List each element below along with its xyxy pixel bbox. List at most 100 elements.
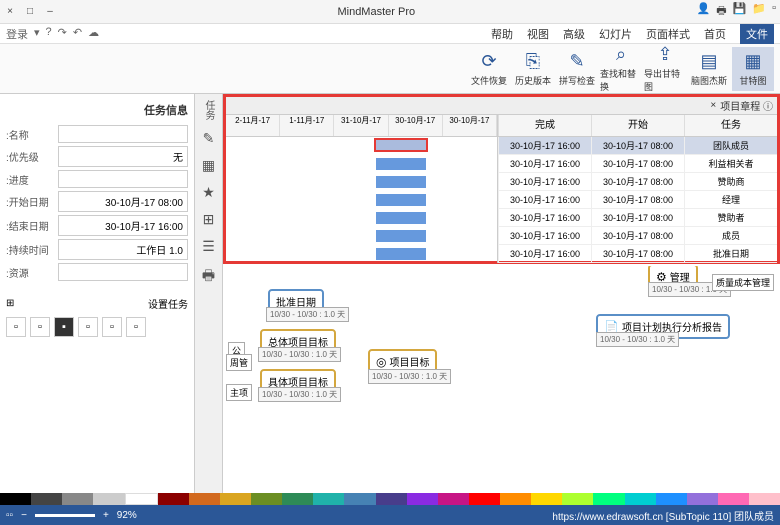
- status-right: https://www.edrawsoft.cn [SubTopic 110] …: [552, 508, 774, 523]
- app-title: MindMaster Pro: [56, 6, 697, 18]
- tool-export-gantt[interactable]: ⇪导出甘特图: [644, 47, 686, 91]
- new-icon[interactable]: ▫: [772, 2, 776, 21]
- undo-icon[interactable]: ↶: [73, 26, 82, 42]
- gantt-row[interactable]: 成员30-10月-17 08:0030-10月-17 16:00: [498, 227, 777, 245]
- prop-row: 30-10月-17 16:00结束日期:: [6, 215, 188, 236]
- gantt-bar[interactable]: [376, 248, 426, 260]
- gantt-bar[interactable]: [376, 176, 426, 188]
- menu-page-style[interactable]: 页面样式: [646, 26, 690, 42]
- strip-print-icon[interactable]: 🖶: [202, 265, 215, 289]
- tool-history[interactable]: ⎘历史版本: [512, 47, 554, 91]
- folder-icon[interactable]: 📁: [752, 2, 766, 21]
- prop-row: 资源:: [6, 263, 188, 281]
- prop-row: 进度:: [6, 170, 188, 188]
- layout-opt-1[interactable]: ▫: [126, 317, 146, 337]
- expand-icon[interactable]: ⊞: [6, 298, 14, 309]
- col-end: 完成: [498, 115, 591, 136]
- gantt-close-icon[interactable]: ×: [710, 100, 716, 111]
- strip-list-icon[interactable]: ☰: [202, 238, 215, 255]
- side-label[interactable]: 周管: [226, 354, 252, 371]
- gantt-row[interactable]: 利益相关者30-10月-17 08:0030-10月-17 16:00: [498, 155, 777, 173]
- menu-help[interactable]: 帮助: [491, 26, 513, 42]
- gantt-row[interactable]: 经理30-10月-17 08:0030-10月-17 16:00: [498, 191, 777, 209]
- tool-file-recover[interactable]: ⟳文件恢复: [468, 47, 510, 91]
- zoom-in-icon[interactable]: +: [103, 510, 109, 521]
- redo-icon[interactable]: ↷: [58, 26, 67, 42]
- main-area: 任务信息 名称:无优先级:进度:30-10月-17 08:00开始日期:30-1…: [0, 94, 780, 493]
- prop-value[interactable]: 1.0 工作日: [58, 239, 188, 260]
- gantt-bar[interactable]: [376, 212, 426, 224]
- layout-opt-4[interactable]: ▪: [54, 317, 74, 337]
- gantt-row[interactable]: 批准日期30-10月-17 08:0030-10月-17 16:00: [498, 245, 777, 263]
- prop-value[interactable]: 30-10月-17 08:00: [58, 191, 188, 212]
- gantt-header: 项目章程 ⓘ ×: [226, 97, 777, 115]
- prop-value[interactable]: [58, 263, 188, 281]
- gantt-row[interactable]: 赞助者30-10月-17 08:0030-10月-17 16:00: [498, 209, 777, 227]
- side-label[interactable]: 质量成本管理: [712, 274, 774, 291]
- spell-icon: ✎: [569, 51, 584, 72]
- minimize-icon[interactable]: –: [44, 6, 56, 18]
- help-icon[interactable]: ?: [46, 26, 52, 42]
- close-icon[interactable]: ×: [4, 6, 16, 18]
- zoom-out-icon[interactable]: −: [21, 510, 27, 521]
- login-link[interactable]: 登录: [6, 26, 28, 42]
- menu-advanced[interactable]: 高级: [563, 26, 585, 42]
- save-icon[interactable]: 💾: [733, 2, 747, 21]
- layout-opt-3[interactable]: ▫: [78, 317, 98, 337]
- dropdown-icon[interactable]: ▾: [34, 26, 40, 42]
- layout-options: ▫ ▫ ▫ ▪ ▫ ▫: [6, 317, 188, 337]
- cloud-icon[interactable]: ☁: [88, 26, 99, 42]
- gantt-row[interactable]: 团队成员30-10月-17 08:0030-10月-17 16:00: [498, 137, 777, 155]
- properties-panel: 任务信息 名称:无优先级:进度:30-10月-17 08:00开始日期:30-1…: [0, 94, 195, 493]
- prop-value[interactable]: 无: [58, 146, 188, 167]
- gantt-bar[interactable]: [376, 158, 426, 170]
- layout-opt-2[interactable]: ▫: [102, 317, 122, 337]
- gantt-row[interactable]: 赞助商30-10月-17 08:0030-10月-17 16:00: [498, 173, 777, 191]
- menu-view[interactable]: 视图: [527, 26, 549, 42]
- strip-task[interactable]: 任务: [201, 100, 216, 120]
- menu-home[interactable]: 首页: [704, 26, 726, 42]
- prop-value[interactable]: [58, 170, 188, 188]
- menu-file[interactable]: 文件: [740, 24, 774, 44]
- layout-opt-6[interactable]: ▫: [6, 317, 26, 337]
- maximize-icon[interactable]: □: [24, 6, 36, 18]
- gantt-task-columns: 任务 开始 完成 团队成员30-10月-17 08:0030-10月-17 16…: [497, 115, 777, 263]
- brain-icon: ▤: [700, 51, 717, 72]
- layout-opt-5[interactable]: ▫: [30, 317, 50, 337]
- tool-gantt[interactable]: ▦甘特图: [732, 47, 774, 91]
- gantt-bar[interactable]: [376, 230, 426, 242]
- prop-label: 名称:: [6, 127, 54, 142]
- layout-section: 设置任务 ⊞: [6, 296, 188, 311]
- prop-value[interactable]: 30-10月-17 16:00: [58, 215, 188, 236]
- strip-grid-icon[interactable]: ▦: [202, 157, 215, 174]
- gantt-panel: 项目章程 ⓘ × 任务 开始 完成 团队成员30-10月-17 08:0030-…: [223, 94, 780, 264]
- prop-label: 开始日期:: [6, 194, 54, 209]
- recover-icon: ⟳: [481, 51, 496, 72]
- mindmap-canvas[interactable]: ⌂ 项目章程 📖基本信息总览◎项目目标💬项目组织⚙管理📄项目计划执行分析报告团队…: [223, 266, 780, 493]
- col-start: 开始: [591, 115, 684, 136]
- strip-star-icon[interactable]: ★: [202, 184, 215, 201]
- gantt-timeline[interactable]: 30-10月-17 30-10月-17 31-10月-17 1-11月-17 2…: [226, 115, 497, 263]
- strip-edit-icon[interactable]: ✎: [203, 130, 215, 147]
- zoom-value: 92%: [117, 510, 137, 521]
- tool-brainmap[interactable]: ▤脑图杰斯: [688, 47, 730, 91]
- date-tag: 10/30 - 10/30 : 1.0 天: [258, 387, 341, 402]
- prop-value[interactable]: [58, 125, 188, 143]
- ribbon-toolbar: ⟳文件恢复 ⎘历史版本 ✎拼写检查 ⌕查找和替换 ⇪导出甘特图 ▤脑图杰斯 ▦甘…: [0, 44, 780, 94]
- gantt-col-headers: 任务 开始 完成: [498, 115, 777, 137]
- menu-slides[interactable]: 幻灯片: [599, 26, 632, 42]
- side-label[interactable]: 主项: [226, 384, 252, 401]
- side-toolstrip: 任务 ✎ ▦ ★ ⊞ ☰ 🖶: [195, 94, 223, 493]
- gantt-table: 任务 开始 完成 团队成员30-10月-17 08:0030-10月-17 16…: [226, 115, 777, 263]
- strip-add-icon[interactable]: ⊞: [203, 211, 215, 228]
- print-icon[interactable]: 🖶: [716, 2, 726, 21]
- zoom-slider[interactable]: [35, 514, 95, 517]
- tool-spellcheck[interactable]: ✎拼写检查: [556, 47, 598, 91]
- color-palette[interactable]: [0, 493, 780, 505]
- date-tag: 10/30 - 10/30 : 1.0 天: [596, 332, 679, 347]
- user-icon[interactable]: 👤: [697, 2, 711, 21]
- gantt-bar[interactable]: [376, 194, 426, 206]
- view-icon[interactable]: ▫▫: [6, 510, 13, 521]
- node-icon: ◎: [376, 355, 386, 369]
- tool-find-replace[interactable]: ⌕查找和替换: [600, 47, 642, 91]
